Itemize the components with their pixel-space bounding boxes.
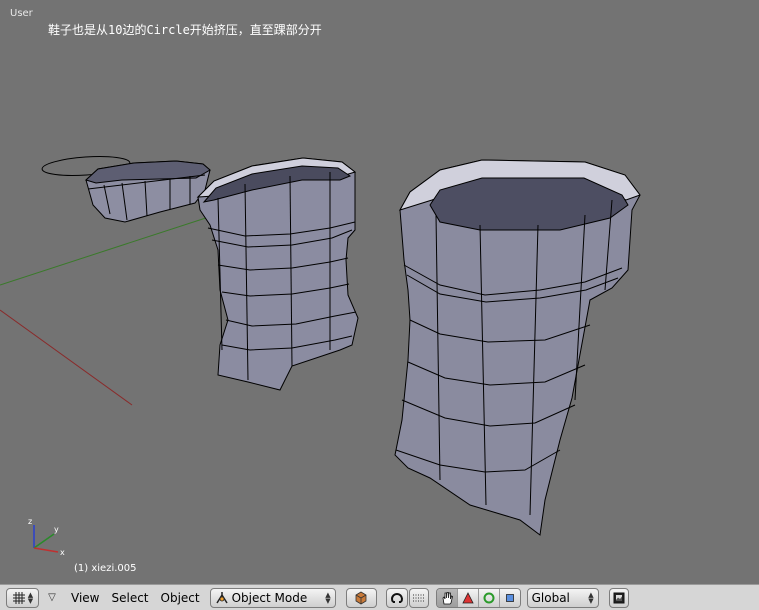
grid-icon xyxy=(12,591,25,604)
align-dots-icon xyxy=(412,594,425,601)
rotate-icon xyxy=(483,592,495,603)
menu-object[interactable]: Object xyxy=(161,591,200,605)
transform-orientation-selector[interactable]: Global ▲ ▼ xyxy=(526,587,599,608)
y-axis-line xyxy=(0,214,216,286)
render-icon xyxy=(613,592,625,603)
boot-mesh-middle[interactable] xyxy=(196,157,359,391)
manipulator-group xyxy=(435,587,521,608)
selector-arrows-icon: ▲ ▼ xyxy=(27,590,34,605)
triangle-down-icon: ▽ xyxy=(48,592,56,603)
collapse-menu-toggle[interactable]: ▽ xyxy=(45,591,59,605)
pivot-icon xyxy=(390,592,403,603)
active-object-info: (1) xiezi.005 xyxy=(74,563,137,574)
x-axis-label: x xyxy=(60,548,65,557)
dropdown-arrows-icon: ▲ ▼ xyxy=(588,590,594,605)
pivot-point-selector[interactable] xyxy=(385,587,408,608)
rotate-manipulator-button[interactable] xyxy=(478,588,500,607)
dropdown-arrows-icon: ▲ ▼ xyxy=(325,590,331,605)
small-ring-mesh[interactable] xyxy=(85,160,211,223)
hand-icon xyxy=(442,591,453,604)
viewport-shading-selector[interactable] xyxy=(345,587,377,608)
z-axis-label: z xyxy=(28,517,32,526)
scale-manipulator-button[interactable] xyxy=(499,588,520,607)
scene-canvas[interactable] xyxy=(0,0,759,584)
translate-manipulator-button[interactable] xyxy=(457,588,479,607)
editor-type-selector[interactable]: ▲ ▼ xyxy=(6,587,39,608)
3d-view-header: ▲▼ ▽ View Select Object Object Mode ▲▼ xyxy=(0,584,759,610)
pivot-align-toggle[interactable] xyxy=(408,587,429,608)
manipulator-toggle-button[interactable] xyxy=(436,588,458,607)
boot-mesh-right[interactable] xyxy=(394,159,641,536)
menu-select[interactable]: Select xyxy=(111,591,148,605)
mode-selector[interactable]: Object Mode ▲ ▼ xyxy=(209,587,336,608)
x-axis-arrow xyxy=(33,547,59,553)
solid-shading-icon xyxy=(355,591,367,604)
menu-view[interactable]: View xyxy=(71,591,99,605)
annotation-text: 鞋子也是从10边的Circle开始挤压，直至踝部分开 xyxy=(48,23,322,37)
3d-viewport[interactable]: User 鞋子也是从10边的Circle开始挤压，直至踝部分开 z y x (1… xyxy=(0,0,759,584)
view-name-label: User xyxy=(10,8,33,19)
axis-orientation-widget: z y x xyxy=(28,517,65,557)
mode-label: Object Mode xyxy=(231,590,308,605)
translate-icon xyxy=(461,591,474,603)
x-axis-line xyxy=(0,309,133,406)
y-axis-label: y xyxy=(54,525,59,534)
render-preview-button[interactable] xyxy=(608,587,629,608)
object-mode-icon xyxy=(215,591,228,603)
orientation-label: Global xyxy=(531,590,570,605)
scale-icon xyxy=(505,593,514,602)
y-axis-arrow xyxy=(33,533,55,549)
